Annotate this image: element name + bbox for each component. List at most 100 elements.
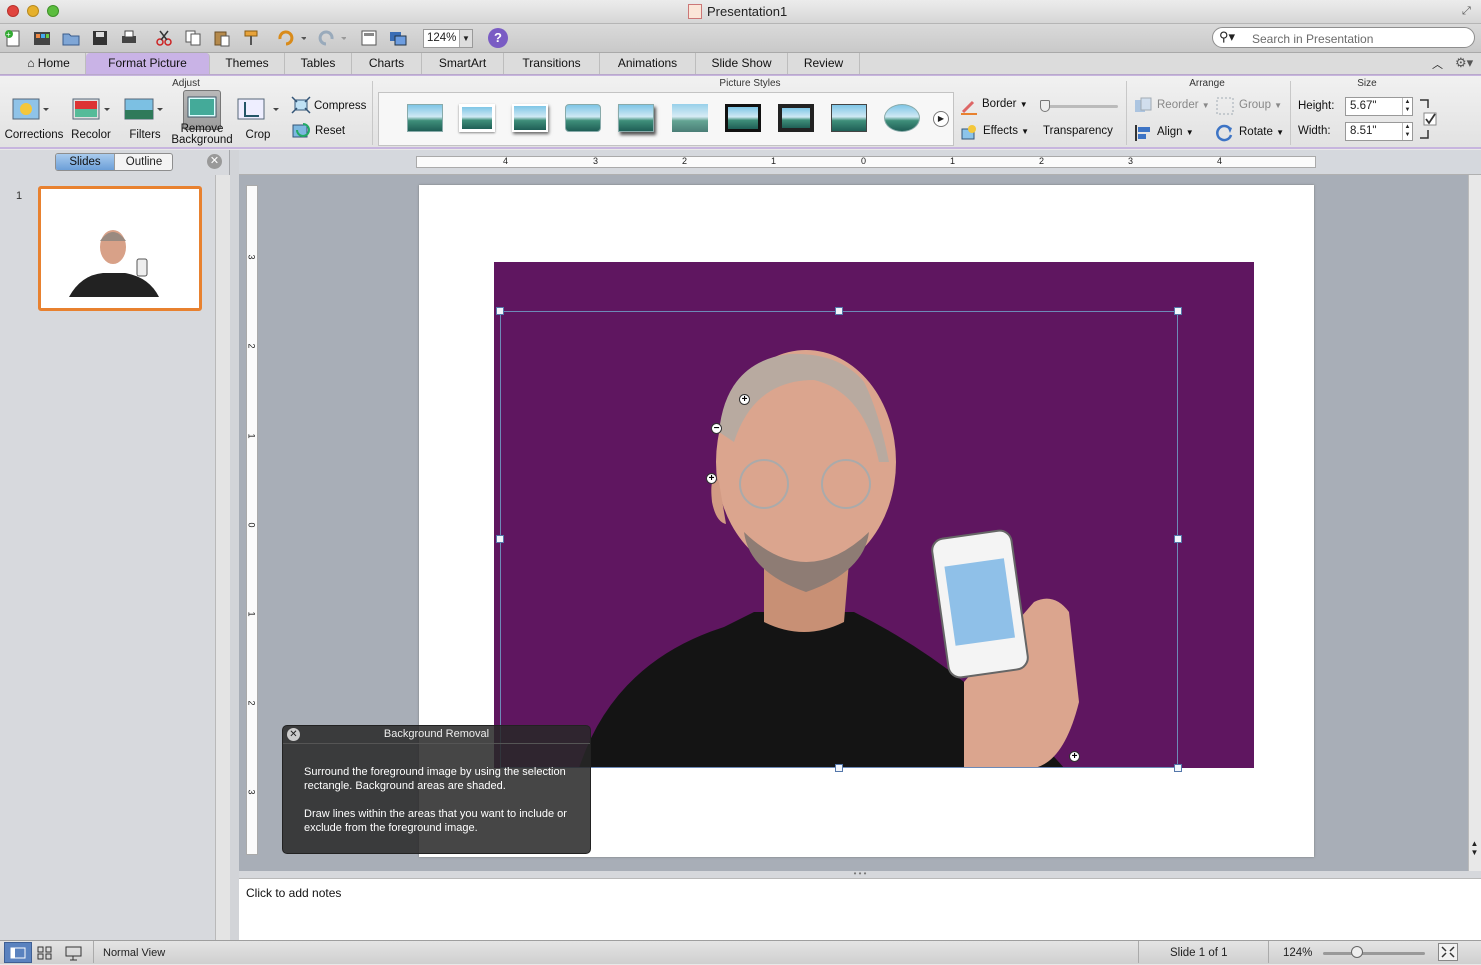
close-window-button[interactable] <box>7 5 19 17</box>
gallery-next-icon[interactable]: ▶ <box>933 111 949 127</box>
collapse-ribbon-icon[interactable]: ︿ <box>1432 56 1443 72</box>
tab-animations[interactable]: Animations <box>600 53 696 74</box>
corrections-button[interactable]: Corrections <box>4 129 64 141</box>
height-stepper[interactable]: ▲ ▼ <box>1402 98 1412 115</box>
view-icon[interactable] <box>387 27 409 49</box>
open-icon[interactable] <box>60 27 82 49</box>
reset-icon[interactable] <box>291 122 311 140</box>
picture-style-9[interactable] <box>827 98 871 138</box>
remove-background-button[interactable]: Remove Background <box>170 123 234 146</box>
gallery-icon[interactable] <box>31 27 53 49</box>
reorder-button[interactable]: Reorder ▼ <box>1157 99 1210 111</box>
picture-style-7[interactable] <box>721 98 765 138</box>
picture-style-8[interactable] <box>774 98 818 138</box>
recolor-icon[interactable] <box>72 96 112 122</box>
resize-handle-ne[interactable] <box>1174 307 1182 315</box>
effects-icon[interactable] <box>960 124 978 142</box>
slide-navigation-icon[interactable]: ▲ ▼ <box>1468 839 1481 871</box>
pane-scrollbar[interactable] <box>215 175 230 940</box>
tab-tables[interactable]: Tables <box>285 53 352 74</box>
resize-handle-e[interactable] <box>1174 535 1182 543</box>
paste-icon[interactable] <box>211 27 233 49</box>
picture-style-10[interactable] <box>880 98 924 138</box>
keep-mark-icon[interactable]: + <box>706 473 717 484</box>
lock-aspect-ratio-checkbox[interactable] <box>1418 98 1438 140</box>
tab-transitions[interactable]: Transitions <box>504 53 600 74</box>
keep-mark-icon[interactable]: + <box>1069 751 1080 762</box>
reorder-icon[interactable] <box>1134 97 1152 115</box>
effects-button[interactable]: Effects ▼ <box>983 125 1029 137</box>
vertical-ruler[interactable]: 3 2 1 0 1 2 3 <box>246 185 258 855</box>
notes-pane[interactable]: Click to add notes <box>239 878 1481 940</box>
copy-icon[interactable] <box>182 27 204 49</box>
filters-button[interactable]: Filters <box>122 129 168 141</box>
resize-handle-n[interactable] <box>835 307 843 315</box>
slide-layout-icon[interactable] <box>358 27 380 49</box>
transparency-slider[interactable] <box>1040 100 1118 112</box>
remove-mark-icon[interactable]: − <box>711 423 722 434</box>
tab-home[interactable]: ⌂ Home <box>12 53 86 74</box>
tab-review[interactable]: Review <box>788 53 860 74</box>
search-field[interactable]: ⚲▾ Search in Presentation <box>1212 27 1475 48</box>
width-field[interactable]: 8.51" ▲ ▼ <box>1345 122 1413 141</box>
fullscreen-icon[interactable]: ⤢ <box>1462 5 1471 18</box>
search-input[interactable]: Search in Presentation <box>1252 32 1373 46</box>
chevron-down-icon[interactable]: ▼ <box>459 30 472 47</box>
corrections-icon[interactable] <box>12 96 49 122</box>
format-painter-icon[interactable] <box>240 27 262 49</box>
keep-mark-icon[interactable]: + <box>739 394 750 405</box>
reset-button[interactable]: Reset <box>315 125 345 137</box>
normal-view-icon[interactable] <box>4 942 32 963</box>
compress-button[interactable]: Compress <box>314 100 366 112</box>
save-icon[interactable] <box>89 27 111 49</box>
horizontal-ruler[interactable]: 4 3 2 1 0 1 2 3 4 <box>416 156 1316 168</box>
slider-thumb[interactable] <box>1040 100 1050 112</box>
resize-handle-w[interactable] <box>496 535 504 543</box>
picture-style-1[interactable] <box>403 98 447 138</box>
notes-splitter[interactable]: • • • <box>239 870 1481 878</box>
print-icon[interactable] <box>118 27 140 49</box>
resize-handle-se[interactable] <box>1174 764 1182 772</box>
width-stepper[interactable]: ▲ ▼ <box>1402 123 1412 140</box>
zoom-slider-thumb[interactable] <box>1351 946 1363 958</box>
editor-scrollbar[interactable] <box>1468 175 1481 871</box>
border-icon[interactable] <box>960 98 978 116</box>
tab-slides[interactable]: Slides <box>56 154 114 170</box>
cut-icon[interactable] <box>153 27 175 49</box>
picture-style-4[interactable] <box>561 98 605 138</box>
filters-icon[interactable] <box>124 96 164 122</box>
help-icon[interactable]: ? <box>488 28 508 48</box>
picture-style-2[interactable] <box>455 98 499 138</box>
rotate-button[interactable]: Rotate ▼ <box>1239 126 1284 138</box>
redo-icon[interactable] <box>314 27 348 49</box>
tab-format-picture[interactable]: Format Picture <box>86 53 210 74</box>
rotate-icon[interactable] <box>1216 124 1234 142</box>
slide-sorter-icon[interactable] <box>36 945 54 961</box>
close-pane-icon[interactable]: ✕ <box>207 154 222 169</box>
compress-icon[interactable] <box>291 96 311 114</box>
crop-icon[interactable] <box>237 96 281 122</box>
slide-show-icon[interactable] <box>64 945 84 961</box>
fit-to-window-icon[interactable] <box>1438 943 1458 961</box>
align-button[interactable]: Align ▼ <box>1157 126 1194 138</box>
border-button[interactable]: Border ▼ <box>982 98 1028 110</box>
picture-style-5[interactable] <box>614 98 658 138</box>
picture-style-6[interactable] <box>668 98 712 138</box>
new-presentation-icon[interactable]: + <box>2 27 24 49</box>
zoom-slider[interactable] <box>1323 952 1425 955</box>
group-icon[interactable] <box>1216 97 1234 115</box>
pane-splitter[interactable] <box>230 150 239 940</box>
zoom-window-button[interactable] <box>47 5 59 17</box>
tab-charts[interactable]: Charts <box>352 53 422 74</box>
height-field[interactable]: 5.67" ▲ ▼ <box>1345 97 1413 116</box>
tab-outline[interactable]: Outline <box>114 154 172 170</box>
tab-themes[interactable]: Themes <box>210 53 285 74</box>
picture-style-3[interactable] <box>508 98 552 138</box>
group-button[interactable]: Group ▼ <box>1239 99 1282 111</box>
tab-smartart[interactable]: SmartArt <box>422 53 504 74</box>
gear-icon[interactable]: ⚙▾ <box>1455 55 1473 71</box>
minimize-window-button[interactable] <box>27 5 39 17</box>
zoom-box[interactable]: 124% ▼ <box>423 29 473 48</box>
crop-button[interactable]: Crop <box>240 129 276 141</box>
resize-handle-s[interactable] <box>835 764 843 772</box>
